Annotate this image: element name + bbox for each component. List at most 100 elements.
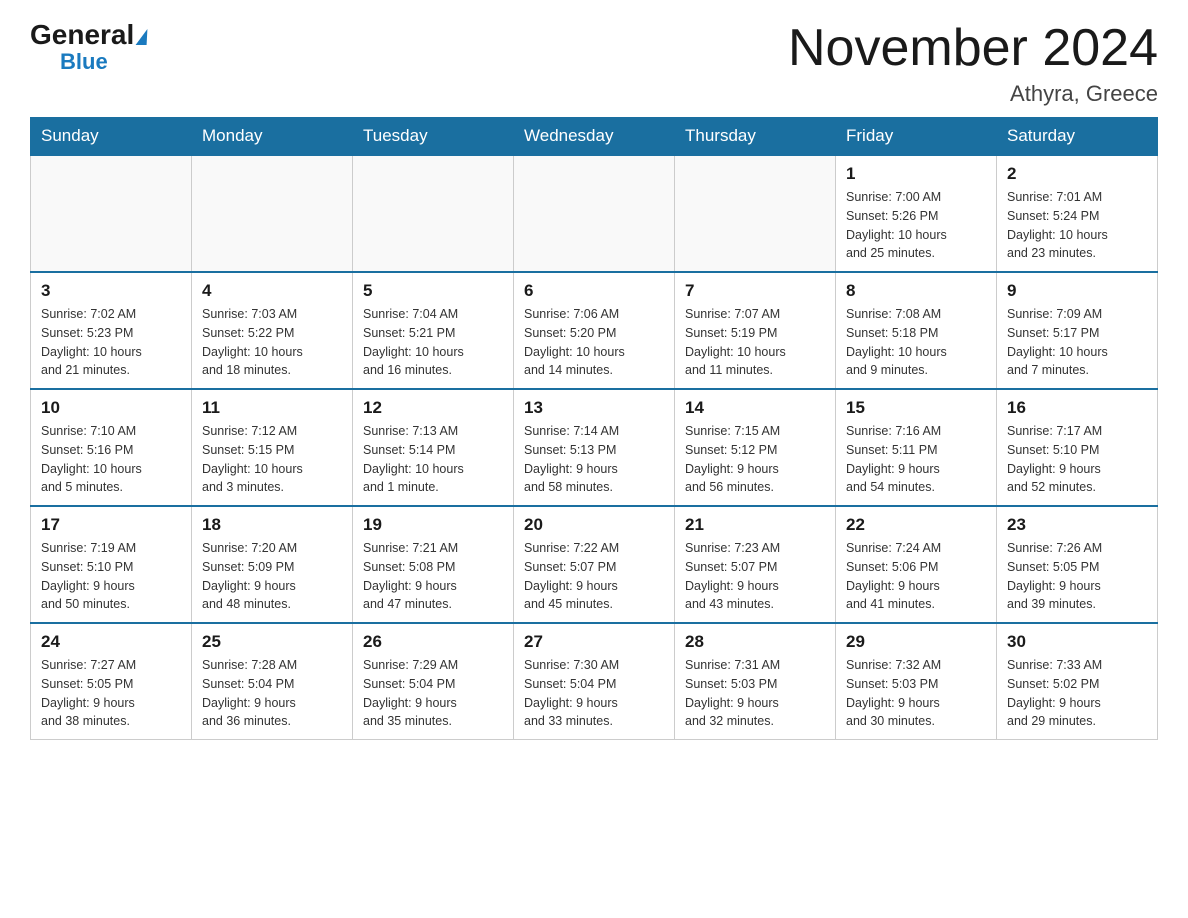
day-info: Sunrise: 7:28 AM Sunset: 5:04 PM Dayligh… [202,656,342,731]
calendar-cell: 20 Sunrise: 7:22 AM Sunset: 5:07 PM Dayli… [514,506,675,623]
day-info: Sunrise: 7:22 AM Sunset: 5:07 PM Dayligh… [524,539,664,614]
day-number: 18 [202,515,342,535]
day-number: 3 [41,281,181,301]
day-info: Sunrise: 7:19 AM Sunset: 5:10 PM Dayligh… [41,539,181,614]
calendar-cell: 22 Sunrise: 7:24 AM Sunset: 5:06 PM Dayli… [836,506,997,623]
calendar-cell: 15 Sunrise: 7:16 AM Sunset: 5:11 PM Dayli… [836,389,997,506]
day-number: 8 [846,281,986,301]
day-info: Sunrise: 7:08 AM Sunset: 5:18 PM Dayligh… [846,305,986,380]
day-info: Sunrise: 7:07 AM Sunset: 5:19 PM Dayligh… [685,305,825,380]
day-info: Sunrise: 7:02 AM Sunset: 5:23 PM Dayligh… [41,305,181,380]
calendar-cell: 25Sunrise: 7:28 AM Sunset: 5:04 PM Dayli… [192,623,353,740]
calendar-cell: 23 Sunrise: 7:26 AM Sunset: 5:05 PM Dayli… [997,506,1158,623]
column-header-monday: Monday [192,118,353,156]
day-info: Sunrise: 7:12 AM Sunset: 5:15 PM Dayligh… [202,422,342,497]
calendar-cell: 13 Sunrise: 7:14 AM Sunset: 5:13 PM Dayli… [514,389,675,506]
day-number: 12 [363,398,503,418]
logo: General Blue [30,20,148,73]
day-info: Sunrise: 7:16 AM Sunset: 5:11 PM Dayligh… [846,422,986,497]
calendar-table: SundayMondayTuesdayWednesdayThursdayFrid… [30,117,1158,740]
day-number: 13 [524,398,664,418]
calendar-cell [353,155,514,272]
day-number: 28 [685,632,825,652]
calendar-cell: 2Sunrise: 7:01 AM Sunset: 5:24 PM Daylig… [997,155,1158,272]
day-number: 15 [846,398,986,418]
day-info: Sunrise: 7:09 AM Sunset: 5:17 PM Dayligh… [1007,305,1147,380]
day-number: 20 [524,515,664,535]
day-info: Sunrise: 7:21 AM Sunset: 5:08 PM Dayligh… [363,539,503,614]
day-info: Sunrise: 7:13 AM Sunset: 5:14 PM Dayligh… [363,422,503,497]
day-info: Sunrise: 7:23 AM Sunset: 5:07 PM Dayligh… [685,539,825,614]
title-block: November 2024 Athyra, Greece [788,20,1158,107]
day-info: Sunrise: 7:29 AM Sunset: 5:04 PM Dayligh… [363,656,503,731]
day-info: Sunrise: 7:27 AM Sunset: 5:05 PM Dayligh… [41,656,181,731]
calendar-cell: 9 Sunrise: 7:09 AM Sunset: 5:17 PM Daylig… [997,272,1158,389]
calendar-subtitle: Athyra, Greece [788,81,1158,107]
day-number: 27 [524,632,664,652]
day-number: 24 [41,632,181,652]
day-number: 4 [202,281,342,301]
day-info: Sunrise: 7:32 AM Sunset: 5:03 PM Dayligh… [846,656,986,731]
week-row-1: 1 Sunrise: 7:00 AM Sunset: 5:26 PM Daylig… [31,155,1158,272]
calendar-header-row: SundayMondayTuesdayWednesdayThursdayFrid… [31,118,1158,156]
week-row-2: 3 Sunrise: 7:02 AM Sunset: 5:23 PM Daylig… [31,272,1158,389]
column-header-tuesday: Tuesday [353,118,514,156]
calendar-cell: 4Sunrise: 7:03 AM Sunset: 5:22 PM Daylig… [192,272,353,389]
calendar-cell: 6Sunrise: 7:06 AM Sunset: 5:20 PM Daylig… [514,272,675,389]
day-info: Sunrise: 7:15 AM Sunset: 5:12 PM Dayligh… [685,422,825,497]
week-row-3: 10 Sunrise: 7:10 AM Sunset: 5:16 PM Dayli… [31,389,1158,506]
calendar-cell: 1 Sunrise: 7:00 AM Sunset: 5:26 PM Daylig… [836,155,997,272]
day-info: Sunrise: 7:17 AM Sunset: 5:10 PM Dayligh… [1007,422,1147,497]
calendar-title: November 2024 [788,20,1158,77]
day-number: 6 [524,281,664,301]
logo-general-text: General [30,20,148,51]
day-info: Sunrise: 7:24 AM Sunset: 5:06 PM Dayligh… [846,539,986,614]
day-info: Sunrise: 7:14 AM Sunset: 5:13 PM Dayligh… [524,422,664,497]
day-number: 5 [363,281,503,301]
calendar-cell [514,155,675,272]
day-number: 14 [685,398,825,418]
calendar-cell: 8 Sunrise: 7:08 AM Sunset: 5:18 PM Daylig… [836,272,997,389]
calendar-cell: 16 Sunrise: 7:17 AM Sunset: 5:10 PM Dayli… [997,389,1158,506]
column-header-thursday: Thursday [675,118,836,156]
day-info: Sunrise: 7:31 AM Sunset: 5:03 PM Dayligh… [685,656,825,731]
calendar-cell: 12 Sunrise: 7:13 AM Sunset: 5:14 PM Dayli… [353,389,514,506]
calendar-cell: 21 Sunrise: 7:23 AM Sunset: 5:07 PM Dayli… [675,506,836,623]
calendar-cell: 17 Sunrise: 7:19 AM Sunset: 5:10 PM Dayli… [31,506,192,623]
day-number: 9 [1007,281,1147,301]
day-info: Sunrise: 7:20 AM Sunset: 5:09 PM Dayligh… [202,539,342,614]
calendar-cell: 24 Sunrise: 7:27 AM Sunset: 5:05 PM Dayli… [31,623,192,740]
day-number: 21 [685,515,825,535]
day-info: Sunrise: 7:04 AM Sunset: 5:21 PM Dayligh… [363,305,503,380]
day-info: Sunrise: 7:33 AM Sunset: 5:02 PM Dayligh… [1007,656,1147,731]
week-row-4: 17 Sunrise: 7:19 AM Sunset: 5:10 PM Dayli… [31,506,1158,623]
calendar-cell: 5 Sunrise: 7:04 AM Sunset: 5:21 PM Daylig… [353,272,514,389]
day-number: 1 [846,164,986,184]
calendar-cell: 19Sunrise: 7:21 AM Sunset: 5:08 PM Dayli… [353,506,514,623]
day-info: Sunrise: 7:00 AM Sunset: 5:26 PM Dayligh… [846,188,986,263]
day-number: 26 [363,632,503,652]
week-row-5: 24 Sunrise: 7:27 AM Sunset: 5:05 PM Dayli… [31,623,1158,740]
column-header-friday: Friday [836,118,997,156]
day-number: 22 [846,515,986,535]
day-number: 17 [41,515,181,535]
page-header: General Blue November 2024 Athyra, Greec… [30,20,1158,107]
day-number: 7 [685,281,825,301]
calendar-cell: 11Sunrise: 7:12 AM Sunset: 5:15 PM Dayli… [192,389,353,506]
logo-blue-text: Blue [60,51,108,73]
calendar-cell: 29 Sunrise: 7:32 AM Sunset: 5:03 PM Dayli… [836,623,997,740]
calendar-cell: 30Sunrise: 7:33 AM Sunset: 5:02 PM Dayli… [997,623,1158,740]
day-info: Sunrise: 7:10 AM Sunset: 5:16 PM Dayligh… [41,422,181,497]
calendar-cell: 10 Sunrise: 7:10 AM Sunset: 5:16 PM Dayli… [31,389,192,506]
day-number: 10 [41,398,181,418]
day-number: 29 [846,632,986,652]
column-header-saturday: Saturday [997,118,1158,156]
day-info: Sunrise: 7:26 AM Sunset: 5:05 PM Dayligh… [1007,539,1147,614]
calendar-cell: 28 Sunrise: 7:31 AM Sunset: 5:03 PM Dayli… [675,623,836,740]
calendar-cell: 26 Sunrise: 7:29 AM Sunset: 5:04 PM Dayli… [353,623,514,740]
day-number: 23 [1007,515,1147,535]
calendar-cell: 7 Sunrise: 7:07 AM Sunset: 5:19 PM Daylig… [675,272,836,389]
day-number: 16 [1007,398,1147,418]
column-header-sunday: Sunday [31,118,192,156]
calendar-cell [192,155,353,272]
